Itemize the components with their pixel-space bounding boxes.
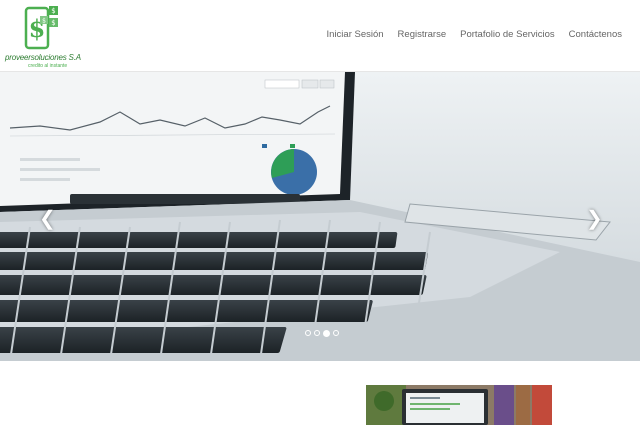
- chevron-right-icon: ❯: [586, 208, 603, 230]
- nav-login-link[interactable]: Iniciar Sesión: [327, 29, 384, 40]
- main-nav: Iniciar Sesión Registrarse Portafolio de…: [327, 29, 622, 40]
- carousel-indicator-active[interactable]: [323, 329, 330, 337]
- brand-tagline: credito al instante: [28, 63, 68, 69]
- hero-carousel: ❮ ❯: [0, 72, 640, 361]
- carousel-indicator[interactable]: [314, 330, 320, 336]
- navbar: $ $ $ $ proveersoluciones S.A credito al…: [0, 0, 640, 72]
- laptop-analytics-photo: [0, 72, 640, 361]
- svg-text:$: $: [42, 18, 46, 25]
- carousel-indicator[interactable]: [305, 330, 311, 336]
- nav-contact-link[interactable]: Contáctenos: [569, 29, 622, 40]
- nav-portfolio-link[interactable]: Portafolio de Servicios: [460, 29, 555, 40]
- carousel-next-button[interactable]: ❯: [586, 206, 603, 231]
- nav-register-link[interactable]: Registrarse: [398, 29, 447, 40]
- brand-name: proveersoluciones S.A: [5, 53, 81, 62]
- chevron-left-icon: ❮: [39, 208, 56, 230]
- phone-dollar-logo-icon: $ $ $ $: [24, 6, 58, 50]
- carousel-indicator[interactable]: [333, 330, 339, 336]
- service-image: [366, 385, 552, 425]
- svg-text:$: $: [51, 19, 55, 27]
- carousel-indicators: [305, 329, 339, 337]
- svg-text:$: $: [51, 7, 55, 15]
- carousel-prev-button[interactable]: ❮: [39, 206, 56, 231]
- content-section: [0, 361, 640, 425]
